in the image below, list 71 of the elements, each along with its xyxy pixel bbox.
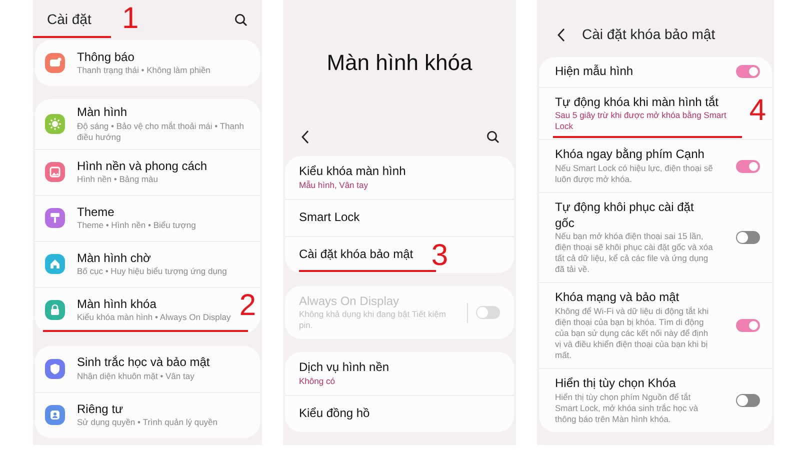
item-subtitle: Nếu Smart Lock có hiệu lực, điện thoại sẽ luôn được mở khóa. (555, 162, 714, 185)
settings-item[interactable]: Màn hình khóa Kiểu khóa màn hình • Always On Display 2 (35, 286, 260, 333)
settings-item[interactable]: Khóa mạng và bảo mật Không để Wi-Fi và dữ liệu di động tắt khi điện thoại của bạn bị khóa. Tìm di động của bạn sử dụng các kết nối này để định vị và điều khiển điện thoại của bạn khi bị mất. (539, 282, 772, 368)
settings-item[interactable]: Kiểu đồng hồ (285, 395, 514, 432)
search-icon[interactable] (234, 12, 248, 26)
item-title: Tự động khóa khi màn hình tắt (555, 94, 718, 110)
item-title: Kiểu khóa màn hình (299, 164, 406, 180)
step-number: 2 (239, 290, 256, 321)
item-subtitle: Độ sáng • Bảo vệ cho mắt thoải mái • Thanh điều hướng (77, 120, 245, 143)
item-subtitle: Hiển thị tùy chọn phím Nguồn để tắt Smart Lock, mở khóa sinh trắc học và thông báo trên Màn hình khóa. (555, 392, 700, 425)
settings-item[interactable]: Smart Lock (285, 198, 514, 236)
back-icon[interactable] (557, 28, 566, 42)
settings-item[interactable]: Cài đặt khóa bảo mật 3 (285, 236, 514, 273)
toggle-switch[interactable] (736, 231, 760, 244)
item-title: Riêng tư (77, 402, 124, 418)
settings-item[interactable]: Thông báo Thanh trạng thái • Không làm phiền (35, 40, 260, 86)
settings-item[interactable]: Hình nền và phong cách Hình nền • Bảng màu (35, 148, 260, 195)
settings-item[interactable]: Dịch vụ hình nền Không có (285, 352, 514, 395)
settings-item[interactable]: Tự động khôi phục cài đặt gốc Nếu bạn mở khóa điện thoại sai 15 lần, điện thoại sẽ khôi phục cài đặt gốc và xóa tất cả dữ liệu, kể cả các file và ứng dụng đã tải về. (539, 192, 772, 282)
settings-item[interactable]: Tự động khóa khi màn hình tắt Sau 5 giây trừ khi được mở khóa bằng Smart Lock 4 (539, 86, 772, 140)
toggle-switch[interactable] (736, 160, 760, 173)
item-subtitle: Hình nền • Bảng màu (77, 174, 159, 186)
item-subtitle: Sử dụng quyền • Trình quản lý quyền (77, 417, 219, 428)
settings-item[interactable]: Kiểu khóa màn hình Mẫu hình, Vân tay (285, 156, 514, 199)
item-subtitle: Kiểu khóa màn hình • Always On Display (77, 312, 232, 324)
item-title: Tự động khôi phục cài đặt gốc (555, 200, 695, 232)
settings-item[interactable]: Hiện mẫu hình (539, 57, 772, 87)
item-subtitle: Nếu bạn mở khóa điện thoại sai 15 lần, điện thoại sẽ khôi phục cài đặt gốc và xóa tất cả dữ liệu, kể cả các file và ứng dụng đã tải về. (555, 231, 714, 276)
item-title: Khóa ngay bằng phím Cạnh (555, 147, 704, 163)
item-title: Màn hình khóa (77, 296, 156, 312)
settings-item[interactable]: Hiển thị tùy chọn Khóa Hiển thị tùy chọn phím Nguồn để tắt Smart Lock, mở khóa sinh trắc học và thông báo trên Màn hình khóa. (539, 368, 772, 432)
item-subtitle: Không khả dụng khi đang bật Tiết kiệm pin. (299, 309, 447, 332)
item-title: Always On Display (299, 294, 400, 310)
settings-item[interactable]: Sinh trắc học và bảo mật Nhận diện khuôn mặt • Vân tay (35, 346, 260, 392)
item-title: Khóa mạng và bảo mật (555, 290, 680, 306)
screen-title: Màn hình khóa (326, 49, 472, 78)
item-title: Hiện mẫu hình (555, 64, 634, 80)
screen-title: Cài đặt khóa bảo mật (582, 25, 716, 44)
item-subtitle: Bố cục • Huy hiệu biểu tượng ứng dụng (77, 266, 228, 278)
item-subtitle: Nhận diện khuôn mặt • Vân tay (77, 370, 196, 382)
item-title: Thông báo (77, 50, 134, 66)
item-subtitle: Theme • Hình nền • Biểu tượng (77, 220, 197, 232)
item-subtitle: Mẫu hình, Vân tay (299, 180, 369, 191)
item-title: Màn hình (77, 105, 128, 121)
settings-item[interactable]: Riêng tư Sử dụng quyền • Trình quản lý quyền (35, 392, 260, 438)
step-number: 1 (122, 4, 139, 34)
step-number: 4 (749, 96, 766, 126)
item-title: Hiển thị tùy chọn Khóa (555, 376, 676, 392)
search-icon[interactable] (486, 130, 500, 144)
back-icon[interactable] (301, 130, 310, 144)
item-title: Sinh trắc học và bảo mật (77, 355, 210, 371)
item-subtitle: Thanh trạng thái • Không làm phiền (77, 65, 212, 76)
step-number: 3 (431, 240, 448, 271)
screen-title: Cài đặt (47, 10, 92, 29)
item-subtitle: Không có (299, 376, 336, 387)
toggle-switch[interactable] (736, 65, 760, 78)
item-title: Kiểu đồng hồ (299, 406, 370, 422)
item-title: Màn hình chờ (77, 250, 151, 266)
item-title: Dịch vụ hình nền (299, 360, 390, 376)
toggle-switch[interactable] (736, 394, 760, 408)
item-title: Smart Lock (299, 210, 360, 226)
settings-item[interactable]: Khóa ngay bằng phím Cạnh Nếu Smart Lock có hiệu lực, điện thoại sẽ luôn được mở khóa. (539, 139, 772, 192)
item-title: Hình nền và phong cách (77, 158, 208, 174)
settings-item[interactable]: Màn hình chờ Bố cục • Huy hiệu biểu tượng ứng dụng (35, 240, 260, 287)
toggle-switch[interactable] (736, 319, 760, 332)
item-subtitle: Không để Wi-Fi và dữ liệu di động tắt khi điện thoại của bạn bị khóa. Tìm di động của bạn sử dụng các kết nối này để định vị và điều khiển điện thoại của bạn khi bị mất. (555, 306, 710, 362)
item-subtitle: Sau 5 giây trừ khi được mở khóa bằng Smart Lock (555, 110, 728, 132)
settings-item[interactable]: Màn hình Độ sáng • Bảo vệ cho mắt thoải mái • Thanh điều hướng (35, 99, 260, 149)
item-title: Theme (77, 204, 114, 220)
item-title: Cài đặt khóa bảo mật (299, 246, 414, 262)
settings-item[interactable]: Theme Theme • Hình nền • Biểu tượng (35, 194, 260, 241)
